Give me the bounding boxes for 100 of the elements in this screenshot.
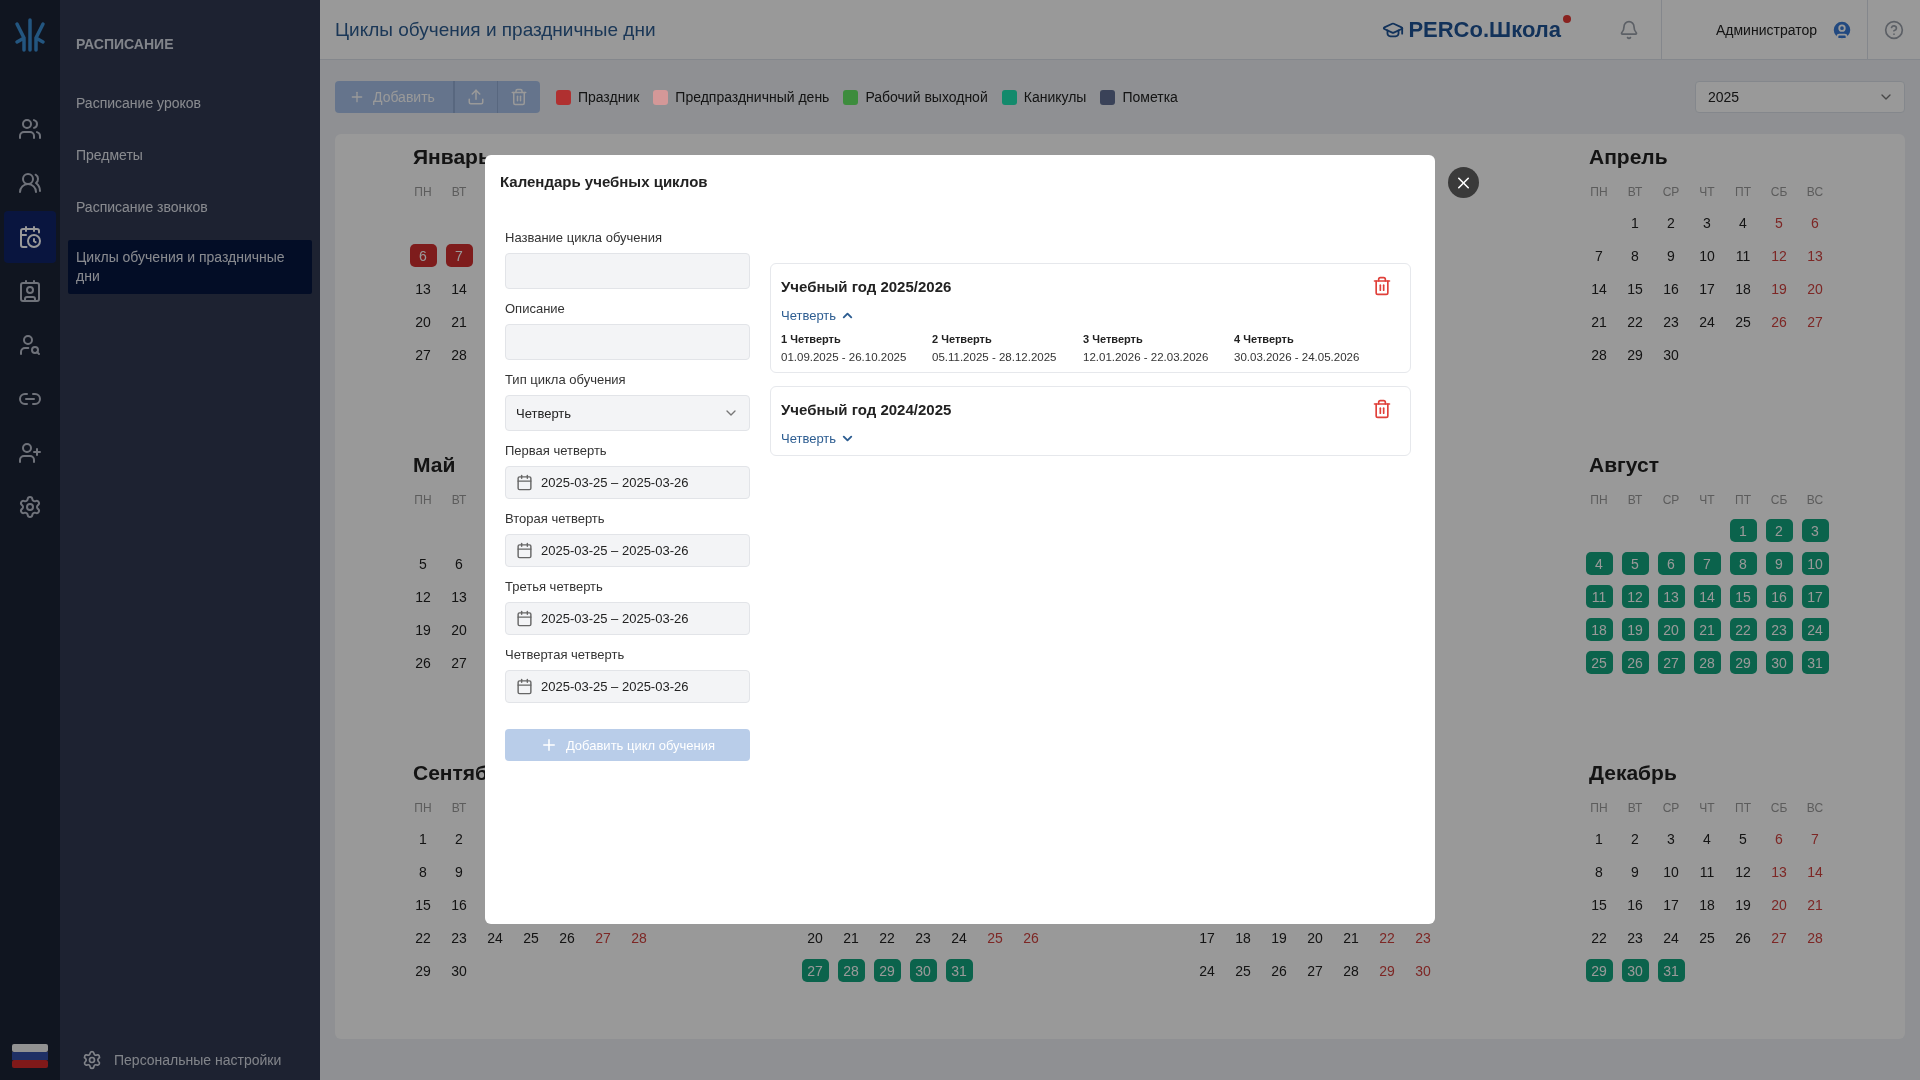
calendar-day[interactable]: 14 — [1585, 277, 1613, 300]
calendar-day[interactable]: 15 — [409, 893, 437, 916]
calendar-day[interactable]: 12 — [409, 585, 437, 608]
calendar-day[interactable]: 10 — [1657, 860, 1685, 883]
calendar-day[interactable]: 5 — [1729, 827, 1757, 850]
calendar-day[interactable]: 20 — [1801, 277, 1829, 300]
calendar-day[interactable]: 16 — [445, 893, 473, 916]
calendar-day[interactable]: 20 — [409, 310, 437, 333]
calendar-day[interactable]: 26 — [1017, 926, 1045, 949]
year-select[interactable]: 2025 — [1695, 81, 1905, 113]
calendar-day[interactable]: 26 — [1265, 959, 1293, 982]
period-toggle[interactable]: Четверть — [781, 431, 856, 446]
gear-icon[interactable] — [82, 1050, 102, 1070]
calendar-day[interactable]: 24 — [1193, 959, 1221, 982]
calendar-day[interactable]: 29 — [1621, 343, 1649, 366]
calendar-day[interactable]: 15 — [1621, 277, 1649, 300]
period-toggle[interactable]: Четверть — [781, 308, 856, 323]
calendar-day[interactable]: 7 — [1585, 244, 1613, 267]
calendar-day[interactable]: 11 — [1729, 244, 1757, 267]
calendar-day[interactable]: 21 — [1801, 893, 1829, 916]
calendar-day[interactable]: 11 — [1693, 860, 1721, 883]
calendar-day[interactable]: 2 — [445, 827, 473, 850]
trash-icon[interactable] — [1372, 276, 1392, 296]
calendar-day[interactable]: 28 — [445, 343, 473, 366]
calendar-day[interactable]: 25 — [517, 926, 545, 949]
calendar-day[interactable]: 14 — [445, 277, 473, 300]
calendar-day[interactable]: 21 — [1337, 926, 1365, 949]
calendar-day[interactable]: 27 — [409, 343, 437, 366]
sidebar-item[interactable]: Циклы обучения и праздничные дни — [68, 240, 312, 294]
calendar-day[interactable]: 17 — [1193, 926, 1221, 949]
bell-icon[interactable] — [1619, 19, 1639, 40]
avatar-icon[interactable] — [1831, 18, 1853, 41]
calendar-day[interactable]: 19 — [1729, 893, 1757, 916]
calendar-day[interactable]: 8 — [1585, 860, 1613, 883]
calendar-day[interactable]: 8 — [409, 860, 437, 883]
calendar-day[interactable]: 6 — [1765, 827, 1793, 850]
calendar-day[interactable]: 2 — [1621, 827, 1649, 850]
calendar-day[interactable]: 19 — [409, 618, 437, 641]
calendar-day[interactable]: 13 — [1765, 860, 1793, 883]
calendar-day[interactable]: 8 — [1621, 244, 1649, 267]
calendar-day[interactable]: 18 — [1729, 277, 1757, 300]
calendar-day[interactable]: 24 — [1657, 926, 1685, 949]
calendar-day[interactable]: 28 — [625, 926, 653, 949]
calendar-day[interactable]: 20 — [445, 618, 473, 641]
calendar-day[interactable]: 3 — [1693, 211, 1721, 234]
calendar-day[interactable]: 9 — [445, 860, 473, 883]
calendar-day[interactable]: 25 — [1229, 959, 1257, 982]
calendar-day[interactable]: 13 — [1801, 244, 1829, 267]
calendar-day[interactable]: 25 — [981, 926, 1009, 949]
calendar-day[interactable]: 27 — [1301, 959, 1329, 982]
calendar-day[interactable]: 3 — [1657, 827, 1685, 850]
calendar-day[interactable]: 28 — [1585, 343, 1613, 366]
calendar-day[interactable]: 4 — [1729, 211, 1757, 234]
calendar-day[interactable]: 19 — [1265, 926, 1293, 949]
calendar-day[interactable]: 25 — [1729, 310, 1757, 333]
calendar-day[interactable]: 18 — [1229, 926, 1257, 949]
calendar-day[interactable]: 18 — [1693, 893, 1721, 916]
calendar-day[interactable]: 30 — [1409, 959, 1437, 982]
select-field[interactable]: Четверть — [505, 395, 750, 431]
calendar-day[interactable]: 23 — [1621, 926, 1649, 949]
nav-button[interactable] — [4, 211, 56, 263]
calendar-day[interactable]: 27 — [1765, 926, 1793, 949]
input-field[interactable] — [505, 324, 750, 360]
calendar-day[interactable]: 30 — [1657, 343, 1685, 366]
calendar-day[interactable]: 21 — [445, 310, 473, 333]
calendar-day[interactable]: 15 — [1585, 893, 1613, 916]
input-field[interactable] — [505, 253, 750, 289]
date-range-field[interactable]: 2025-03-25 – 2025-03-26 — [505, 602, 750, 635]
calendar-day[interactable]: 7 — [1801, 827, 1829, 850]
calendar-day[interactable]: 1 — [1621, 211, 1649, 234]
flag-icon[interactable] — [12, 1044, 48, 1068]
calendar-day[interactable]: 7 — [445, 244, 473, 267]
calendar-day[interactable]: 6 — [445, 552, 473, 575]
calendar-day[interactable]: 29 — [1373, 959, 1401, 982]
calendar-day[interactable]: 2 — [1657, 211, 1685, 234]
date-range-field[interactable]: 2025-03-25 – 2025-03-26 — [505, 670, 750, 703]
calendar-day[interactable]: 13 — [409, 277, 437, 300]
calendar-day[interactable]: 22 — [1373, 926, 1401, 949]
sidebar-item[interactable]: Расписание звонков — [68, 188, 312, 227]
calendar-day[interactable]: 1 — [1585, 827, 1613, 850]
calendar-day[interactable]: 22 — [1585, 926, 1613, 949]
calendar-day[interactable]: 25 — [1693, 926, 1721, 949]
calendar-day[interactable]: 5 — [409, 552, 437, 575]
calendar-day[interactable]: 9 — [1621, 860, 1649, 883]
calendar-day[interactable]: 17 — [1657, 893, 1685, 916]
sidebar-item[interactable]: Расписание уроков — [68, 84, 312, 123]
user-name[interactable]: Администратор — [1716, 21, 1817, 38]
calendar-day[interactable]: 5 — [1765, 211, 1793, 234]
calendar-day[interactable]: 16 — [1621, 893, 1649, 916]
trash-icon[interactable] — [1372, 399, 1392, 419]
calendar-day[interactable]: 26 — [409, 651, 437, 674]
calendar-day[interactable]: 30 — [445, 959, 473, 982]
calendar-day[interactable]: 22 — [1621, 310, 1649, 333]
calendar-day[interactable]: 27 — [1801, 310, 1829, 333]
calendar-day[interactable]: 23 — [1409, 926, 1437, 949]
calendar-day[interactable]: 20 — [1301, 926, 1329, 949]
calendar-day[interactable]: 23 — [909, 926, 937, 949]
calendar-day[interactable]: 4 — [1693, 827, 1721, 850]
calendar-day[interactable]: 24 — [481, 926, 509, 949]
calendar-day[interactable]: 26 — [1729, 926, 1757, 949]
